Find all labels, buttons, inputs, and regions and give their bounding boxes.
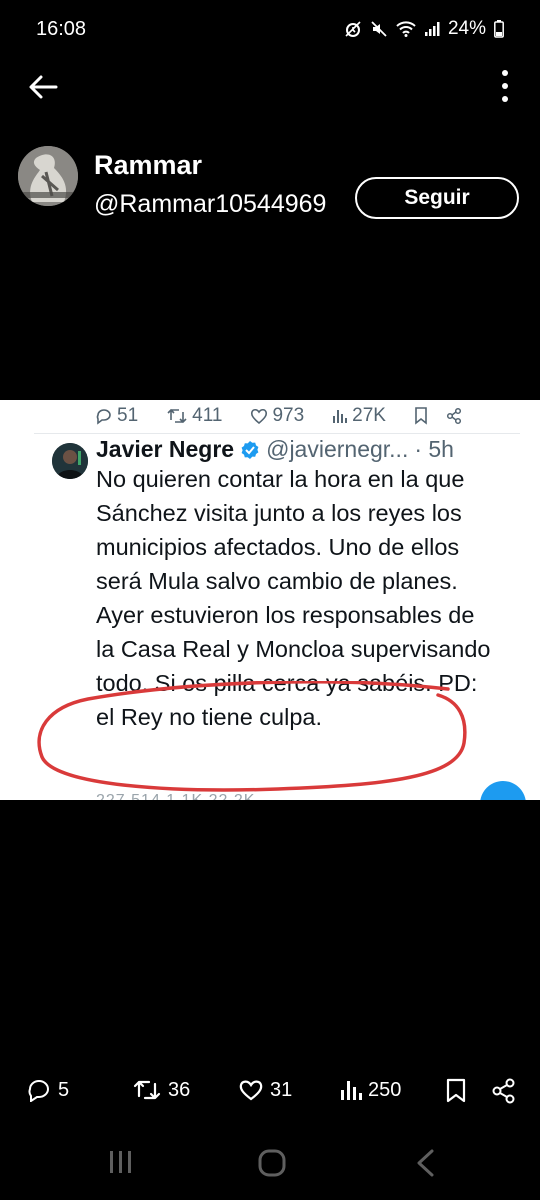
bookmark-icon[interactable] — [446, 1078, 466, 1104]
alarm-icon — [345, 21, 361, 37]
share-icon[interactable] — [492, 1078, 516, 1104]
mini-reply-count: 51 — [117, 405, 139, 426]
previous-tweet-actions: 51 411 973 27K — [95, 405, 490, 427]
cut-off-actions: 227 514 1.1K 22.2K — [96, 792, 255, 800]
reply-count: 5 — [58, 1078, 70, 1101]
tweet-header: Javier Negre @javiernegr... · 5h — [96, 436, 454, 463]
mini-repost-count: 411 — [192, 405, 223, 426]
home-icon[interactable] — [257, 1148, 287, 1178]
heart-icon — [239, 1080, 263, 1101]
tweet-action-bar: 5 36 31 250 — [0, 1072, 540, 1112]
tweet-author-avatar — [52, 443, 88, 479]
wifi-icon — [396, 21, 416, 37]
mini-reply: 51 — [95, 405, 138, 427]
views-icon — [333, 410, 348, 423]
repost-icon — [167, 408, 187, 424]
bookmark-icon — [415, 407, 427, 425]
reply-icon — [96, 409, 111, 425]
follow-button[interactable]: Seguir — [355, 177, 519, 219]
tweet-author-name: Javier Negre — [96, 436, 235, 462]
battery-percent: 24% — [447, 18, 486, 39]
mini-like-count: 973 — [272, 405, 305, 426]
back-arrow-icon[interactable] — [26, 70, 60, 104]
red-annotation-circle — [37, 681, 467, 792]
battery-icon — [494, 20, 504, 38]
verified-badge-icon — [241, 440, 259, 459]
status-time: 16:08 — [36, 18, 87, 40]
embedded-screenshot[interactable]: 51 411 973 27K Javier Negre @javiernegr.… — [0, 400, 540, 800]
views-count: 250 — [368, 1078, 402, 1101]
mute-icon — [371, 21, 387, 37]
more-vertical-icon[interactable] — [500, 68, 510, 104]
tweet-time: · 5h — [414, 436, 454, 462]
nav-back-icon[interactable] — [414, 1148, 436, 1178]
views-button[interactable]: 250 — [340, 1078, 401, 1102]
repost-count: 36 — [168, 1078, 191, 1101]
mini-like: 973 — [250, 405, 304, 427]
views-icon — [341, 1081, 362, 1100]
mini-share — [446, 405, 462, 427]
repost-button[interactable]: 36 — [132, 1078, 190, 1102]
mini-repost: 411 — [166, 405, 222, 427]
recent-apps-icon[interactable] — [108, 1148, 134, 1176]
signal-icon — [424, 22, 440, 36]
mini-bookmark — [414, 405, 428, 427]
like-count: 31 — [270, 1078, 293, 1101]
profile-name: Rammar — [94, 150, 203, 180]
share-icon — [446, 407, 462, 425]
like-button[interactable]: 31 — [238, 1078, 292, 1102]
reply-button[interactable]: 5 — [26, 1078, 69, 1102]
repost-icon — [133, 1080, 161, 1100]
mini-views: 27K — [332, 405, 386, 427]
status-icons: 24% — [344, 18, 504, 40]
divider — [34, 433, 520, 434]
tweet-author-handle: @javiernegr... — [266, 436, 409, 462]
profile-handle: @Rammar10544969 — [94, 190, 327, 218]
mini-views-count: 27K — [352, 405, 386, 426]
avatar[interactable] — [18, 146, 78, 206]
compose-fab — [480, 781, 526, 800]
reply-icon — [28, 1080, 49, 1102]
heart-icon — [251, 408, 268, 425]
